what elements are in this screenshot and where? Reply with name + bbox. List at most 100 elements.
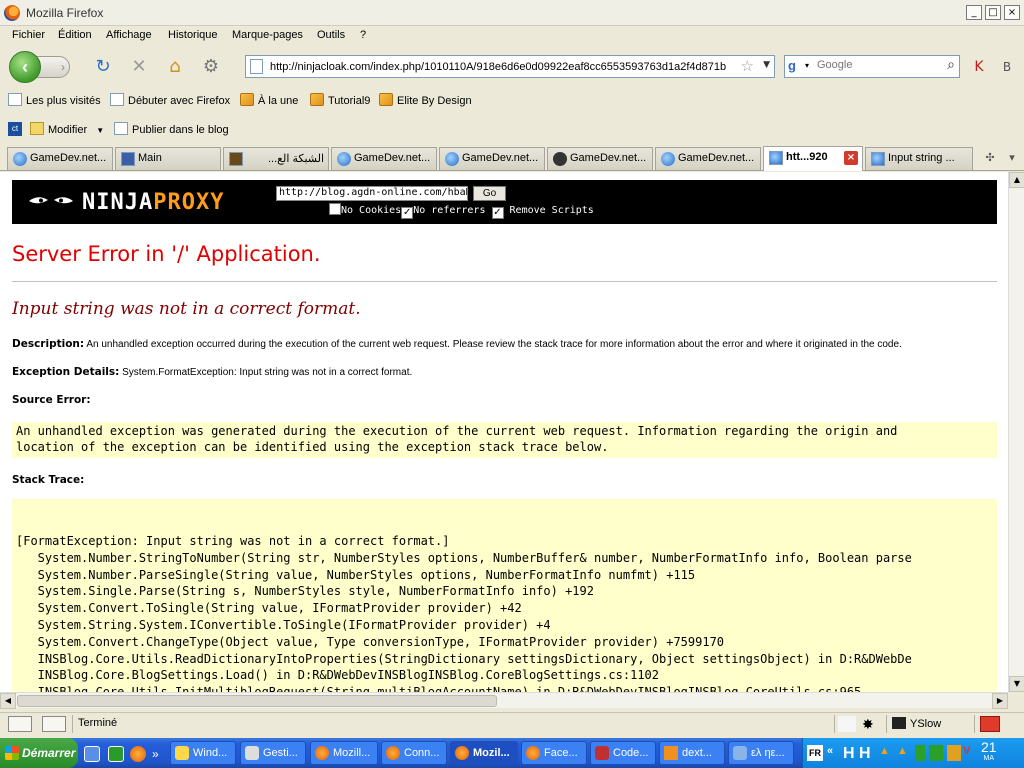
bookmark-headlines[interactable]: À la une <box>240 93 298 107</box>
menu-outils[interactable]: Outils <box>317 29 345 41</box>
scroll-up-icon[interactable]: ▲ <box>1009 172 1024 188</box>
proxy-url-input[interactable]: http://blog.agdn-online.com/hbaH <box>276 186 468 201</box>
language-indicator[interactable]: FR <box>807 745 823 761</box>
edit-label: Modifier <box>48 124 88 136</box>
source-error-box: An unhandled exception was generated dur… <box>12 422 997 458</box>
minimize-button[interactable]: _ <box>966 5 982 20</box>
task-facebook[interactable]: Face... <box>521 741 587 765</box>
search-engine-dropdown-icon[interactable]: ▾ <box>805 61 809 70</box>
new-tab-icon[interactable]: ✣ <box>980 148 1000 168</box>
quicklaunch-green-icon[interactable] <box>108 746 124 762</box>
quicklaunch-ie-icon[interactable] <box>84 746 100 762</box>
tray-vlc-icon[interactable]: ▲ <box>879 745 890 761</box>
menu-edition[interactable]: Édition <box>58 29 92 41</box>
tab-gamedev-3[interactable]: GameDev.net... <box>439 147 545 170</box>
edit-button[interactable]: Modifier ▼ <box>30 122 104 136</box>
bug-icon[interactable]: ✸ <box>862 716 882 732</box>
feedback-icon[interactable] <box>980 716 1000 732</box>
task-greek[interactable]: ελ ηε... <box>728 741 794 765</box>
calendar-icon[interactable] <box>838 716 856 732</box>
tab-gamedev-1[interactable]: GameDev.net... <box>7 147 113 170</box>
pencil-icon <box>30 122 44 135</box>
start-button[interactable]: Démarrer <box>0 738 78 768</box>
bookmark-star-icon[interactable]: ☆ <box>741 57 754 75</box>
task-dext[interactable]: dext... <box>659 741 725 765</box>
addon-k-icon[interactable]: K <box>968 56 990 78</box>
tray-app-icon[interactable]: H <box>843 745 855 762</box>
bookmark-getting-started[interactable]: Débuter avec Firefox <box>110 93 230 107</box>
tray-green-icon[interactable] <box>929 745 943 761</box>
tab-label: GameDev.net... <box>462 152 539 164</box>
vertical-scrollbar[interactable]: ▲ ▼ <box>1008 172 1024 692</box>
status-separator <box>974 715 975 733</box>
window-title: Mozilla Firefox <box>26 6 104 20</box>
yslow-button[interactable]: YSlow <box>892 717 941 730</box>
tab-list-icon[interactable]: ▾ <box>1002 148 1022 168</box>
bookmark-tutorial9[interactable]: Tutorial9 <box>310 93 370 107</box>
scroll-down-icon[interactable]: ▼ <box>1009 676 1024 692</box>
bookmark-label: Débuter avec Firefox <box>128 95 231 107</box>
task-mozilla-active[interactable]: Mozil... <box>450 741 518 765</box>
tab-gamedev-4[interactable]: GameDev.net... <box>547 147 653 170</box>
url-dropdown-icon[interactable]: ▼ <box>763 60 770 70</box>
remove-scripts-checkbox[interactable]: ✓ <box>491 207 504 219</box>
tray-expand-icon[interactable]: « <box>827 745 833 761</box>
task-connexion[interactable]: Conn... <box>381 741 447 765</box>
tray-vlc-icon[interactable]: ▲ <box>897 745 908 761</box>
maximize-button[interactable]: □ <box>985 5 1001 20</box>
tab-active-ninjacloak[interactable]: htt...920 × <box>763 146 863 171</box>
bookmark-most-visited[interactable]: Les plus visités <box>8 93 101 107</box>
tab-gamedev-2[interactable]: GameDev.net... <box>331 147 437 170</box>
firefox-icon <box>4 5 20 21</box>
menu-affichage[interactable]: Affichage <box>106 29 152 41</box>
home-icon[interactable]: ⌂ <box>164 56 186 78</box>
addon-b-icon[interactable]: B <box>996 56 1018 78</box>
scroll-right-icon[interactable]: ▶ <box>992 693 1008 709</box>
horizontal-scrollbar[interactable]: ◀ ▶ <box>0 692 1008 709</box>
stop-icon[interactable]: ✕ <box>128 56 150 78</box>
tab-main[interactable]: Main <box>115 147 221 170</box>
tab-input-string[interactable]: Input string ... <box>865 147 973 170</box>
menu-help[interactable]: ? <box>360 29 366 41</box>
bookmark-elite-by-design[interactable]: Elite By Design <box>379 93 472 107</box>
tray-green-icon[interactable] <box>915 745 925 761</box>
close-tab-icon[interactable]: × <box>844 151 858 165</box>
quicklaunch-firefox-icon[interactable] <box>130 746 146 762</box>
firefox-icon <box>455 746 469 760</box>
tab-gamedev-5[interactable]: GameDev.net... <box>655 147 761 170</box>
scroll-left-icon[interactable]: ◀ <box>0 693 16 709</box>
tab-arabic-network[interactable]: الشبكة الع... <box>223 147 329 170</box>
clock[interactable]: 21 MA <box>981 740 997 765</box>
firebug-icon[interactable] <box>8 716 32 732</box>
search-input[interactable] <box>817 59 937 71</box>
url-bar[interactable]: ☆ ▼ <box>245 55 775 78</box>
blog-logo-icon[interactable]: ct <box>8 122 22 136</box>
task-windows[interactable]: Wind... <box>170 741 236 765</box>
menu-historique[interactable]: Historique <box>168 29 218 41</box>
search-bar[interactable]: g ▾ ⌕ <box>784 55 960 78</box>
scroll-thumb[interactable] <box>17 695 497 707</box>
task-code[interactable]: Code... <box>590 741 656 765</box>
menu-marque-pages[interactable]: Marque-pages <box>232 29 303 41</box>
divider <box>12 281 997 282</box>
no-cookies-checkbox[interactable] <box>329 203 341 215</box>
google-icon[interactable]: g <box>788 58 804 74</box>
web-developer-icon[interactable] <box>42 716 66 732</box>
url-input[interactable] <box>270 59 740 74</box>
menu-fichier[interactable]: Fichier <box>12 29 45 41</box>
close-button[interactable]: × <box>1004 5 1020 20</box>
publish-button[interactable]: Publier dans le blog <box>114 122 229 136</box>
no-referrers-checkbox[interactable]: ✓ <box>401 207 414 219</box>
task-gestion[interactable]: Gesti... <box>240 741 306 765</box>
tray-app-icon[interactable] <box>947 745 961 761</box>
extension-icon[interactable]: ⚙ <box>200 56 222 78</box>
back-button[interactable]: ‹ <box>9 51 41 83</box>
task-mozilla-1[interactable]: Mozill... <box>310 741 378 765</box>
reload-icon[interactable]: ↻ <box>92 56 114 78</box>
tray-app-icon[interactable]: H <box>859 745 871 762</box>
proxy-go-button[interactable]: Go <box>473 186 506 201</box>
quicklaunch-more-icon[interactable]: » <box>152 746 168 762</box>
tray-red-icon[interactable]: V <box>963 745 970 761</box>
forward-button[interactable]: › <box>36 56 70 78</box>
search-icon[interactable]: ⌕ <box>947 57 955 73</box>
